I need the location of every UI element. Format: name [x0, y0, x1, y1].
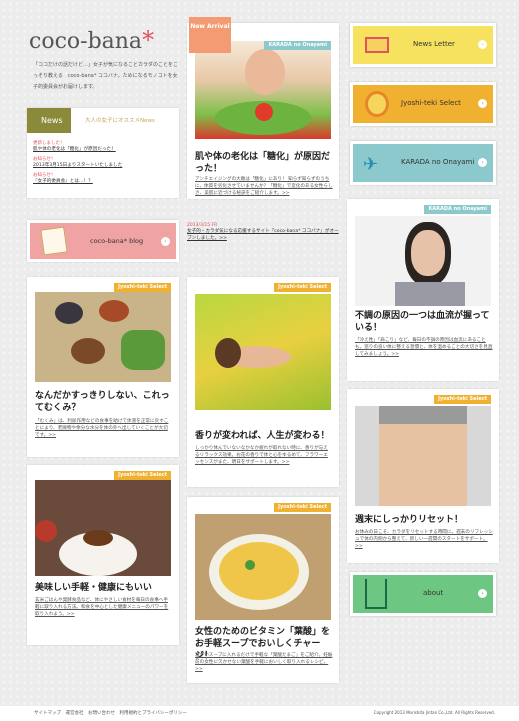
feature-card[interactable]: New Arrival KARADA no Onayami 肌や体の老化は「糖化… — [187, 17, 339, 199]
article-card[interactable]: Jyoshi-teki Select 女性のためのビタミン「葉酸」をお手軽スープ… — [187, 497, 339, 683]
feature-desc[interactable]: アンチエイジングの大敵は「糖化」にあり！ 知らず知らずのうちに、体質を劣化させて… — [195, 176, 333, 197]
arrow-right-icon: › — [478, 158, 487, 167]
article-card[interactable]: Jyoshi-teki Select 週末にしっかりリセット！ お休みの日こそ、… — [347, 389, 499, 563]
article-photo — [35, 480, 171, 576]
footer-links[interactable]: サイトマップ 運営会社 お問い合わせ 利用規約とプライバシーポリシー — [34, 710, 187, 716]
jyoshi-tag: Jyoshi-teki Select — [114, 283, 171, 292]
arrow-right-icon: › — [478, 589, 487, 598]
karada-onayami-button[interactable]: ✈ KARADA no Onayami › — [350, 141, 496, 185]
logo[interactable]: coco-bana* — [29, 26, 154, 54]
article-desc[interactable]: しっかり休んでいないなかなか疲れが取れない時に、香りが与えるリラックス効果。お花… — [195, 445, 331, 466]
arrow-right-icon: › — [478, 99, 487, 108]
news-subheading: 大人の女子にオススメNews — [85, 118, 155, 124]
article-desc[interactable]: お休みの日こそ、カラダをリセットする時間に。週末のリフレッシュで体の内側から整え… — [355, 529, 493, 550]
arrow-right-icon: › — [161, 237, 170, 246]
article-card[interactable]: Jyoshi-teki Select 美味しい手軽・健康にもいい 玄米ごはんや発… — [27, 465, 179, 645]
blog-news[interactable]: 2013/3/15 FR 女子的・カラダ気になる応援するサイト「coco-ban… — [187, 223, 339, 242]
karada-tag: KARADA no Onayami — [264, 41, 331, 50]
article-desc[interactable]: 温かいスープに入れるだけで手軽な「葉酸たまご」をご紹介。妊娠前の女性に欠かせない… — [195, 652, 333, 673]
article-photo — [355, 216, 491, 306]
blog-banner[interactable]: coco-bana* blog › — [27, 220, 179, 262]
article-card[interactable]: Jyoshi-teki Select なんだかすっきりしない、これってむくみ？ … — [27, 277, 179, 457]
feature-photo — [195, 41, 331, 139]
article-title: 美味しい手軽・健康にもいい — [35, 583, 152, 593]
asterisk-icon: * — [142, 26, 155, 54]
new-arrival-badge: New Arrival — [189, 17, 231, 53]
blog-label: coco-bana* blog — [90, 237, 144, 245]
flower-icon — [365, 91, 389, 117]
newsletter-button[interactable]: News Letter › — [350, 23, 496, 67]
news-heading: News — [27, 108, 71, 133]
article-title: 不調の原因の一つは血流が握っている！ — [355, 311, 490, 333]
article-photo — [355, 406, 491, 506]
article-desc[interactable]: 「冷え性」「肩こり」など、毎日の不調の原因は血流にあることも。巡りの良い体に整え… — [355, 337, 493, 358]
bird-icon: ✈ — [363, 154, 379, 175]
karada-tag: KARADA no Onayami — [424, 205, 491, 214]
bottles-icon — [365, 579, 387, 609]
jyoshi-tag: Jyoshi-teki Select — [434, 395, 491, 404]
footer: サイトマップ 運営会社 お問い合わせ 利用規約とプライバシーポリシー Copyr… — [0, 706, 519, 721]
article-card[interactable]: Jyoshi-teki Select 香りが変われば、人生が変わる！ しっかり休… — [187, 277, 339, 487]
article-title: 週末にしっかりリセット！ — [355, 515, 464, 525]
news-item[interactable]: お知らせ！ 『女子的委員会』とは…！？ — [33, 172, 173, 184]
news-item[interactable]: 更新しました！ 肌や体の老化は「糖化」が原因だった！ — [33, 140, 173, 152]
brand-box: coco-bana* 「ココだけの話だけど…」女子が気になることカラダのことをこ… — [27, 18, 179, 104]
article-photo — [35, 292, 171, 382]
about-button[interactable]: about › — [350, 572, 496, 616]
article-card[interactable]: KARADA no Onayami 不調の原因の一つは血流が握っている！ 「冷え… — [347, 199, 499, 381]
article-photo — [195, 514, 331, 620]
copyright: Copyright 2013 Morishita Jintan Co.,Ltd.… — [373, 710, 495, 715]
envelope-icon — [365, 37, 389, 53]
feature-title[interactable]: 肌や体の老化は「糖化」が原因だった！ — [195, 151, 333, 175]
jyoshi-tag: Jyoshi-teki Select — [274, 503, 331, 512]
news-box: News 大人の女子にオススメNews 更新しました！ 肌や体の老化は「糖化」が原… — [27, 108, 179, 198]
article-title: なんだかすっきりしない、これってむくみ？ — [35, 391, 170, 413]
feather-pen-icon — [40, 226, 68, 256]
news-item[interactable]: お知らせ！ 2013年3月15日よりスタートいたしました — [33, 156, 173, 168]
news-list: 更新しました！ 肌や体の老化は「糖化」が原因だった！ お知らせ！ 2013年3月15… — [33, 140, 173, 184]
arrow-right-icon: › — [478, 40, 487, 49]
jyoshi-tag: Jyoshi-teki Select — [274, 283, 331, 292]
article-desc[interactable]: 「むくみ」は、利尿作用などの食事を助けて体液を正常に戻すことにより、老廃物や余分… — [35, 418, 171, 439]
jyoshi-tag: Jyoshi-teki Select — [114, 471, 171, 480]
article-title: 香りが変われば、人生が変わる！ — [195, 431, 330, 441]
jyoshi-select-button[interactable]: Jyoshi-teki Select › — [350, 82, 496, 126]
article-desc[interactable]: 玄米ごはんや発酵食品など、体にやさしい食材を毎日の食事へ手軽に取り入れる方法。和… — [35, 597, 171, 618]
article-photo — [195, 294, 331, 410]
tagline: 「ココだけの話だけど…」女子が気になることカラダのことをこっそり教える coco… — [33, 62, 179, 90]
